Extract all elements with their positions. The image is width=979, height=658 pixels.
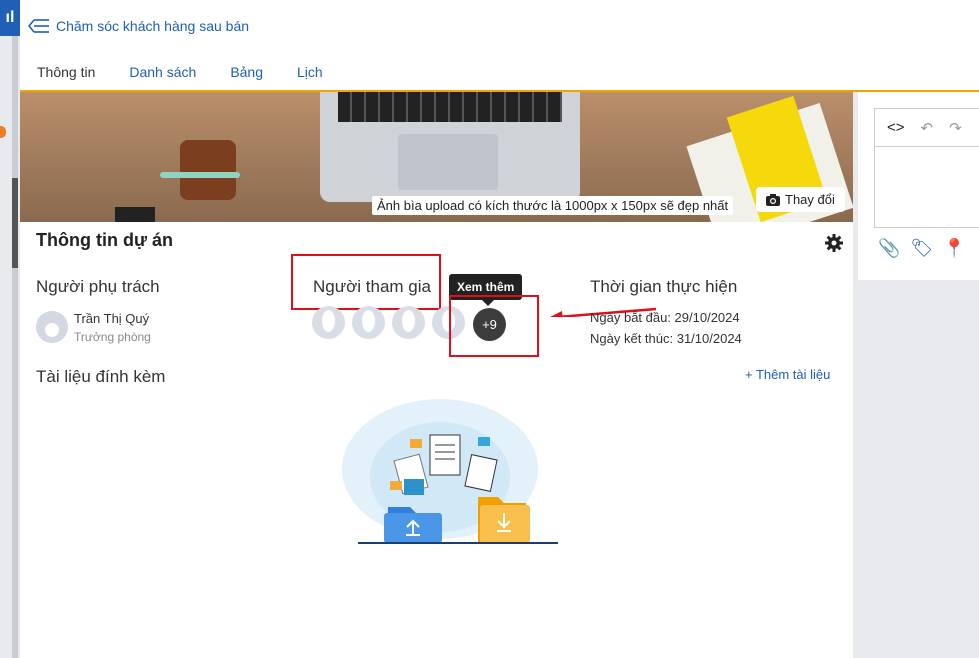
back-menu-icon bbox=[28, 19, 49, 33]
redo-icon[interactable]: ↷ bbox=[949, 119, 962, 137]
change-cover-label: Thay đổi bbox=[785, 192, 835, 207]
project-dates: Ngày bắt đầu: 29/10/2024 Ngày kết thúc: … bbox=[590, 307, 742, 349]
camera-icon bbox=[766, 193, 780, 206]
start-date: Ngày bắt đầu: 29/10/2024 bbox=[590, 310, 740, 325]
participant-avatar[interactable] bbox=[352, 306, 385, 339]
tab-calendar[interactable]: Lịch bbox=[280, 56, 340, 92]
owner[interactable]: Trần Thị Quý Trưởng phòng bbox=[36, 311, 151, 344]
tab-board[interactable]: Bảng bbox=[213, 56, 280, 92]
notification-dot bbox=[0, 126, 6, 138]
project-panel: Ảnh bìa upload có kích thước là 1000px x… bbox=[20, 92, 853, 658]
highlight-box-more bbox=[449, 295, 539, 357]
back-label: Chăm sóc khách hàng sau bán bbox=[56, 18, 250, 34]
editor-toolbar: <> ↶ ↷ bbox=[875, 109, 979, 147]
back-link[interactable]: Chăm sóc khách hàng sau bán bbox=[28, 17, 249, 35]
add-document-link[interactable]: + Thêm tài liệu bbox=[745, 367, 830, 382]
location-pin-icon[interactable]: 📍 bbox=[943, 238, 965, 259]
code-view-icon[interactable]: <> bbox=[887, 119, 905, 136]
paperclip-icon[interactable]: 📎 bbox=[878, 238, 900, 259]
cover-size-note: Ảnh bìa upload có kích thước là 1000px x… bbox=[372, 196, 734, 215]
tags-icon[interactable]: 🏷 bbox=[910, 238, 933, 259]
participant-avatar[interactable] bbox=[312, 306, 345, 339]
highlight-box-participants bbox=[291, 254, 441, 310]
time-heading: Thời gian thực hiện bbox=[590, 277, 738, 296]
undo-icon[interactable]: ↶ bbox=[921, 119, 934, 137]
app-logo[interactable]: ıl bbox=[0, 0, 20, 36]
page-header: Chăm sóc khách hàng sau bán Thông tin Da… bbox=[20, 0, 979, 92]
empty-files-illustration bbox=[342, 399, 558, 544]
tab-list[interactable]: Danh sách bbox=[112, 56, 213, 92]
scrollbar-thumb[interactable] bbox=[12, 178, 18, 268]
editor-actions: 📎 🏷 📍 ☺ bbox=[878, 238, 979, 259]
scrollbar-track[interactable] bbox=[12, 36, 18, 658]
tab-info[interactable]: Thông tin bbox=[20, 56, 113, 92]
comment-editor: <> ↶ ↷ 📎 🏷 📍 ☺ bbox=[858, 92, 979, 280]
avatar bbox=[36, 311, 68, 343]
editor-box[interactable]: <> ↶ ↷ bbox=[874, 108, 979, 228]
tab-bar: Thông tin Danh sách Bảng Lịch bbox=[20, 56, 340, 92]
project-title: Thông tin dự án bbox=[36, 230, 174, 250]
participant-avatar[interactable] bbox=[392, 306, 425, 339]
end-date: Ngày kết thúc: 31/10/2024 bbox=[590, 331, 742, 346]
attachments-heading: Tài liệu đính kèm bbox=[36, 367, 166, 386]
owner-name: Trần Thị Quý bbox=[74, 311, 150, 326]
participant-avatars bbox=[312, 306, 465, 339]
owner-role: Trưởng phòng bbox=[74, 330, 151, 344]
owner-heading: Người phụ trách bbox=[36, 277, 160, 296]
gear-icon[interactable] bbox=[824, 233, 844, 253]
left-sidebar: ıl bbox=[0, 0, 20, 658]
change-cover-button[interactable]: Thay đổi bbox=[756, 187, 845, 212]
